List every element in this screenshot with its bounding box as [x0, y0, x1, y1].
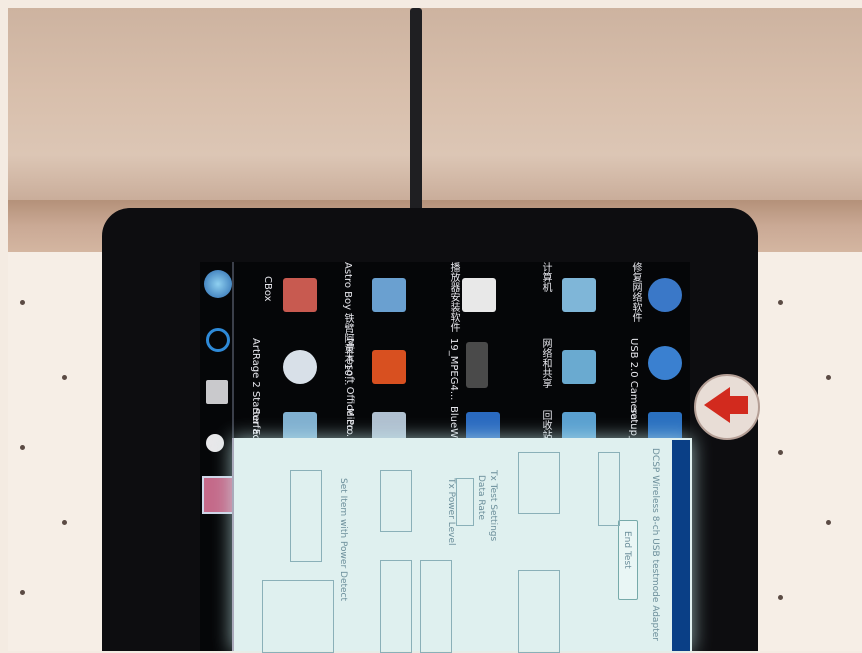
input-box[interactable]	[380, 560, 412, 653]
powerpoint-icon[interactable]	[372, 350, 406, 384]
peg-hole	[20, 590, 25, 595]
network-sharing-icon[interactable]	[562, 350, 596, 384]
desktop-icon-label: BlueW	[448, 406, 459, 439]
settings-group-box	[598, 452, 620, 526]
desktop-icon-label: 网络和共享	[540, 338, 551, 388]
peg-hole	[826, 375, 831, 380]
folder-icon[interactable]	[462, 278, 496, 312]
peg-hole	[62, 520, 67, 525]
tx-test-settings-label: Tx Test Settings	[488, 470, 498, 542]
desktop-icon-label: 19_MPEG4...	[448, 338, 459, 401]
peg-hole	[778, 300, 783, 305]
input-box[interactable]	[380, 470, 412, 532]
arrow-shaft	[728, 396, 748, 414]
peg-hole	[778, 450, 783, 455]
tx-power-level-label: Tx Power Level	[446, 478, 456, 546]
peg-hole	[778, 595, 783, 600]
desktop-icon-label: 回收站	[540, 410, 551, 440]
peg-hole	[62, 375, 67, 380]
video-file-icon[interactable]	[466, 342, 488, 388]
data-rate-select[interactable]	[456, 478, 474, 526]
astro-boy-icon[interactable]	[372, 278, 406, 312]
input-box[interactable]	[420, 560, 452, 653]
dialog-taskbar-strip	[672, 440, 690, 651]
artrage-icon[interactable]	[283, 350, 317, 384]
data-rate-label: Data Rate	[476, 475, 486, 520]
ie-icon[interactable]	[206, 328, 230, 352]
peg-hole	[20, 445, 25, 450]
computer-icon[interactable]	[562, 278, 596, 312]
black-cable	[410, 8, 422, 213]
media-icon[interactable]	[206, 434, 224, 452]
dialog-title: DCSP Wireless 8-ch USB testmode Adapter	[650, 448, 660, 641]
power-detect-label: Set Item with Power Detect	[338, 478, 348, 602]
settings-group-box	[518, 452, 560, 514]
peg-hole	[826, 520, 831, 525]
desktop-icon-label: CBox	[262, 276, 273, 302]
desktop-icon-label: 计算机	[540, 262, 551, 292]
desktop-icon-label: 播放器安装软件	[448, 262, 459, 332]
arrow-icon	[704, 387, 730, 423]
explorer-icon[interactable]	[206, 380, 228, 404]
end-test-button[interactable]: End Test	[618, 520, 638, 600]
network-repair-icon[interactable]	[648, 278, 682, 312]
cbox-icon[interactable]	[283, 278, 317, 312]
input-box[interactable]	[290, 470, 322, 562]
desktop-icon-label: Surfac	[250, 408, 261, 440]
settings-group-box	[518, 570, 560, 653]
app-thumbnail-icon[interactable]	[202, 476, 234, 514]
settings-group-box	[262, 580, 334, 653]
end-test-label: End Test	[622, 531, 632, 569]
desktop-icon-label: 修复网络软件	[630, 262, 641, 322]
camera-icon[interactable]	[648, 346, 682, 380]
peg-hole	[20, 300, 25, 305]
start-orb-icon[interactable]	[204, 270, 232, 298]
